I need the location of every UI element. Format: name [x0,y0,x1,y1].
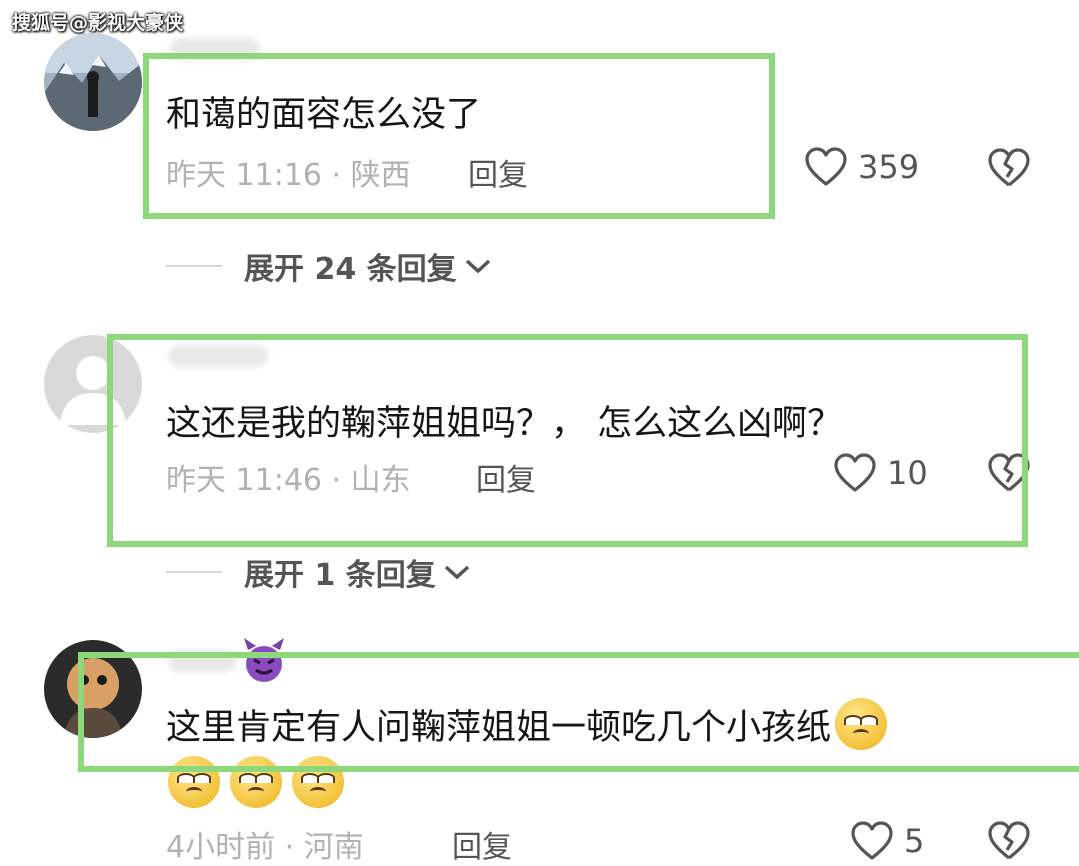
watermark: 搜狐号@影视大豪侠 [12,12,184,34]
highlight-box [107,334,1028,547]
broken-heart-icon[interactable] [987,820,1031,862]
like-button[interactable]: 359 [804,146,919,188]
heart-outline-icon [851,821,893,860]
highlight-box [78,652,1079,772]
expand-replies-button[interactable]: 展开 1 条回复 [166,550,472,594]
divider [166,571,222,573]
chevron-down-icon [444,565,469,580]
highlight-box [143,53,775,219]
expand-replies-button[interactable]: 展开 24 条回复 [166,244,493,288]
expand-replies-label: 展开 1 条回复 [244,558,436,593]
chevron-down-icon [465,259,490,274]
heart-outline-icon [805,147,847,186]
expand-replies-label: 展开 24 条回复 [244,252,457,287]
comment-meta: 4小时前 · 河南 [166,830,364,865]
divider [166,265,222,267]
reply-button[interactable]: 回复 [452,822,512,866]
like-count: 5 [904,822,925,860]
like-count: 359 [858,148,920,186]
like-button[interactable]: 5 [850,820,924,862]
broken-heart-icon[interactable] [987,147,1031,189]
avatar[interactable] [44,33,142,131]
